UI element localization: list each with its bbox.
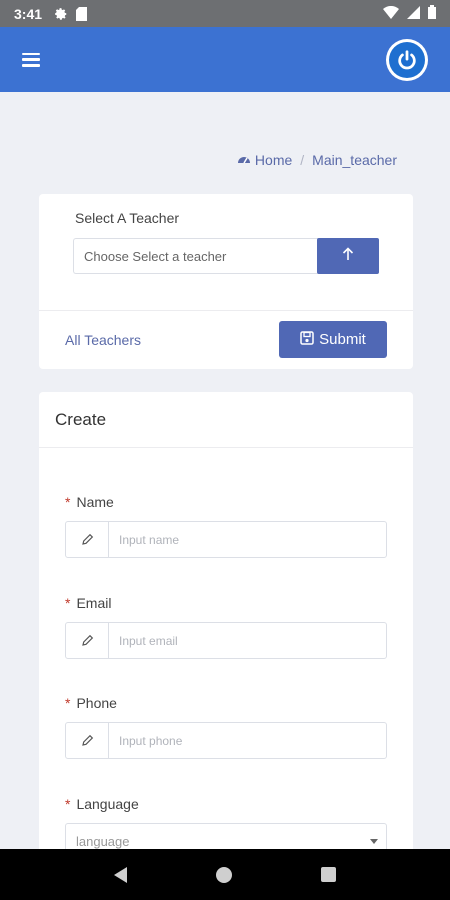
language-placeholder: language — [76, 834, 130, 849]
required-mark: * — [65, 796, 71, 812]
save-icon — [300, 330, 314, 349]
sd-card-icon — [76, 6, 88, 21]
pencil-icon — [66, 623, 109, 658]
email-field: * Email — [65, 595, 387, 659]
language-field: * Language language — [65, 796, 387, 849]
divider — [39, 310, 413, 311]
select-teacher-card: Select A Teacher Choose Select a teacher… — [39, 194, 413, 369]
required-mark: * — [65, 595, 71, 611]
signal-icon — [407, 5, 420, 22]
settings-gear-icon — [54, 7, 68, 21]
email-input-group — [65, 622, 387, 659]
upload-button[interactable] — [317, 238, 379, 274]
email-input[interactable] — [109, 623, 386, 658]
phone-label: * Phone — [65, 695, 117, 711]
required-mark: * — [65, 695, 71, 711]
pencil-icon — [66, 723, 109, 758]
language-select[interactable]: language — [65, 823, 387, 849]
status-bar: 3:41 — [0, 0, 450, 27]
menu-icon[interactable] — [22, 52, 40, 67]
dashboard-icon — [237, 152, 251, 168]
submit-button[interactable]: Submit — [279, 321, 387, 358]
arrow-up-icon — [342, 246, 354, 266]
create-card: Create *Name *Email *Phone — [39, 392, 413, 849]
home-icon[interactable] — [215, 866, 232, 883]
recent-apps-icon[interactable] — [320, 867, 336, 882]
back-icon[interactable] — [114, 866, 128, 883]
system-nav-bar — [0, 849, 450, 900]
phone-input[interactable] — [109, 723, 386, 758]
teacher-select[interactable]: Choose Select a teacher — [73, 238, 318, 274]
phone-input-group — [65, 722, 387, 759]
submit-label: Submit — [319, 331, 366, 348]
name-input[interactable] — [109, 522, 386, 557]
caret-down-icon — [370, 839, 378, 844]
app-bar — [0, 27, 450, 92]
wifi-icon — [383, 5, 399, 22]
breadcrumb-separator: / — [300, 152, 305, 168]
pencil-icon — [66, 522, 109, 557]
name-field: * Name — [65, 494, 387, 558]
status-time: 3:41 — [14, 5, 43, 22]
language-label: * Language — [65, 796, 139, 812]
create-title: Create — [55, 410, 107, 429]
select-teacher-label: Select A Teacher — [75, 210, 180, 226]
required-mark: * — [65, 494, 71, 510]
all-teachers-link[interactable]: All Teachers — [65, 332, 141, 348]
power-button[interactable] — [386, 38, 428, 81]
breadcrumb-current: Main_teacher — [312, 152, 397, 168]
breadcrumb-home-link[interactable]: Home — [255, 152, 292, 168]
battery-icon — [428, 5, 436, 22]
name-input-group — [65, 521, 387, 558]
divider — [39, 447, 413, 448]
name-label: * Name — [65, 494, 114, 510]
email-label: * Email — [65, 595, 112, 611]
phone-field: * Phone — [65, 695, 387, 759]
power-icon — [389, 41, 425, 78]
breadcrumb: Home / Main_teacher — [237, 152, 397, 168]
main-content: Home / Main_teacher Select A Teacher Cho… — [0, 92, 450, 849]
